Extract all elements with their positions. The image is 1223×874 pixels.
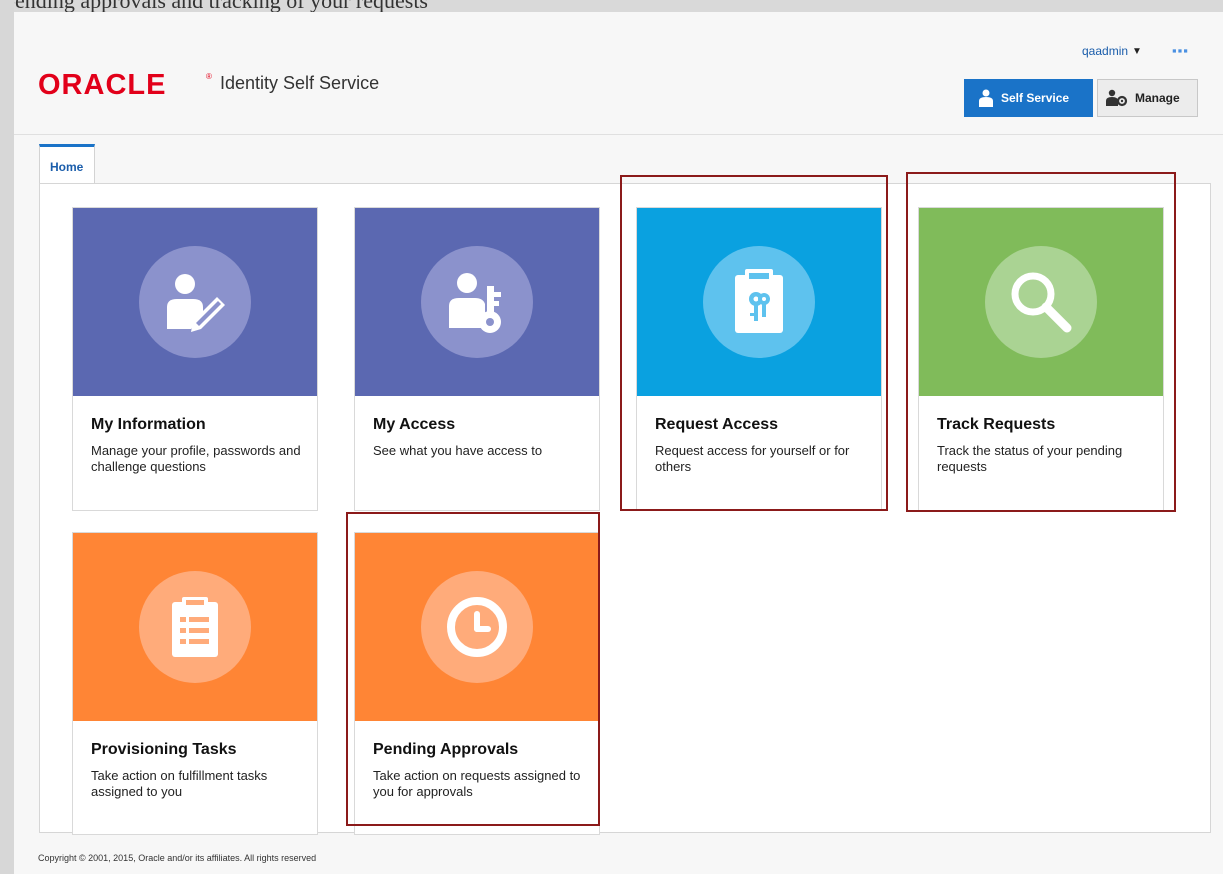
tile-my-access-description: See what you have access to [373,443,543,458]
product-title: Identity Self Service [220,73,380,93]
user-edit-icon [167,274,225,332]
tab-home[interactable]: Home [39,144,95,184]
tile-my-information-title: My Information [91,416,206,433]
tile-provisioning-tasks-image [73,533,317,721]
header: ORACLE ® Identity Self Service qaadmin ▼… [14,12,1223,135]
highlight-box-request-access [620,175,888,511]
chevron-down-icon: ▼ [1132,45,1142,57]
document-top-text: pending approvals and tracking of your r… [4,0,428,12]
task-list-icon [172,597,218,657]
user-menu[interactable]: qaadmin ▼ [1082,44,1142,58]
tile-my-access-circle [421,246,533,358]
tile-my-access[interactable]: My Access See what you have access to [354,207,600,511]
more-options-icon[interactable]: ▪▪▪ [1172,43,1189,58]
tile-my-access-title: My Access [373,416,456,433]
tab-home-label: Home [50,160,84,174]
document-top-strip: pending approvals and tracking of your r… [0,0,1223,12]
user-gear-icon [1106,89,1128,107]
highlight-box-pending-approvals [346,512,600,826]
oracle-logo: ORACLE [38,69,167,101]
tile-my-information-description: Manage your profile, passwords and chall… [91,443,301,474]
manage-button[interactable]: Manage [1097,79,1198,117]
trademark-mark: ® [206,72,212,81]
copyright-footer: Copyright © 2001, 2015, Oracle and/or it… [38,853,317,863]
user-name: qaadmin [1082,44,1129,58]
manage-label: Manage [1135,91,1180,105]
tile-my-access-image [355,208,599,396]
tile-provisioning-tasks-circle [139,571,251,683]
self-service-button[interactable]: Self Service [964,79,1093,117]
tile-my-information-image [73,208,317,396]
tile-my-information[interactable]: My Information Manage your profile, pass… [72,207,318,511]
tile-provisioning-tasks[interactable]: Provisioning Tasks Take action on fulfil… [72,532,318,835]
app-window: ORACLE ® Identity Self Service qaadmin ▼… [14,12,1223,874]
tile-my-information-circle [139,246,251,358]
highlight-box-track-requests [906,172,1176,512]
tile-provisioning-tasks-description: Take action on fulfillment tasks assigne… [91,768,268,799]
self-service-label: Self Service [1001,91,1070,105]
user-key-icon [449,273,501,333]
user-icon [979,89,993,107]
tile-provisioning-tasks-title: Provisioning Tasks [91,741,237,758]
left-shadow [0,0,14,874]
